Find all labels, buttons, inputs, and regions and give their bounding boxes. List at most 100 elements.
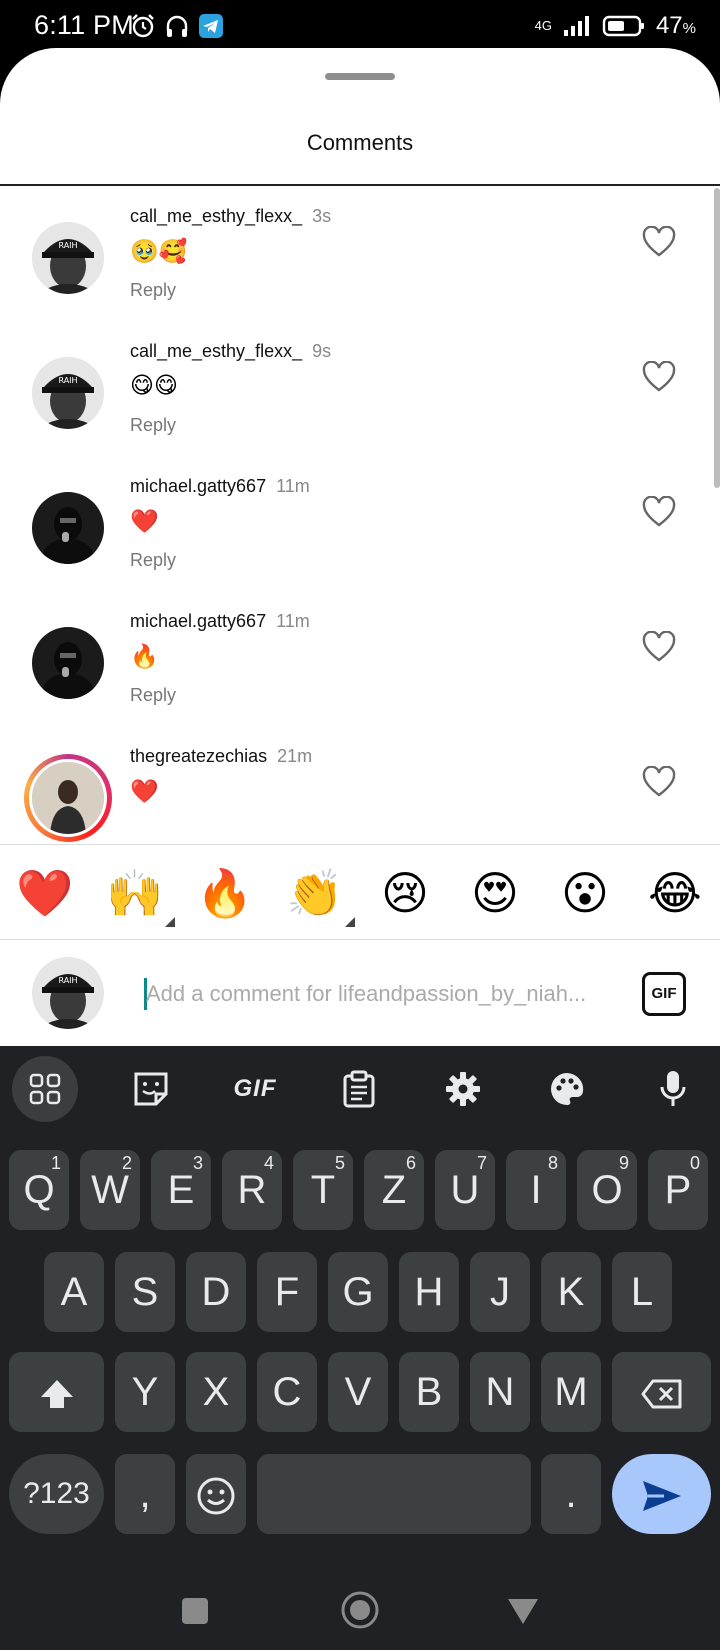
reaction-laughing[interactable]: 😂 [645, 865, 705, 921]
svg-text:RAIH: RAIH [58, 241, 77, 250]
space-key[interactable] [257, 1454, 531, 1534]
reaction-crying[interactable]: 😢 [375, 865, 435, 921]
comment-text: 😋😋 [130, 373, 178, 399]
symbols-key[interactable]: ?123 [9, 1454, 104, 1534]
keyboard: GIF Q1 W2 E3 R4 T5 Z6 U7 I8 O9 P0 A S D … [0, 1046, 720, 1570]
scrollbar[interactable] [714, 188, 720, 488]
gif-button[interactable]: GIF [642, 972, 686, 1016]
reaction-raised-hands[interactable]: 🙌 [105, 865, 175, 927]
key-m[interactable]: M [541, 1352, 601, 1432]
my-avatar: RAIH [32, 957, 104, 1029]
key-v[interactable]: V [328, 1352, 388, 1432]
reaction-fire[interactable]: 🔥 [195, 865, 255, 921]
comment-item: michael.gatty667 11m ❤️ Reply [0, 456, 720, 598]
reply-button[interactable]: Reply [130, 685, 176, 706]
palette-icon[interactable] [534, 1056, 600, 1122]
comment-username[interactable]: michael.gatty667 [130, 476, 266, 496]
avatar-story-ring[interactable] [24, 754, 112, 842]
comment-time: 9s [312, 341, 332, 361]
home-icon[interactable] [340, 1590, 380, 1630]
reaction-heart[interactable]: ❤️ [15, 865, 75, 921]
clipboard-icon[interactable] [326, 1056, 392, 1122]
microphone-icon[interactable] [640, 1056, 706, 1122]
shift-key[interactable] [9, 1352, 104, 1432]
key-f[interactable]: F [257, 1252, 317, 1332]
key-u[interactable]: U7 [435, 1150, 495, 1230]
telegram-icon [199, 14, 223, 38]
key-o[interactable]: O9 [577, 1150, 637, 1230]
reaction-clap[interactable]: 👏 [285, 865, 355, 927]
key-y[interactable]: Y [115, 1352, 175, 1432]
key-g[interactable]: G [328, 1252, 388, 1332]
key-h[interactable]: H [399, 1252, 459, 1332]
key-a[interactable]: A [44, 1252, 104, 1332]
status-time: 6:11 PM [34, 10, 134, 40]
comment-username[interactable]: michael.gatty667 [130, 611, 266, 631]
key-l[interactable]: L [612, 1252, 672, 1332]
key-b[interactable]: B [399, 1352, 459, 1432]
drag-handle[interactable] [325, 73, 395, 80]
key-c[interactable]: C [257, 1352, 317, 1432]
heart-icon[interactable] [642, 766, 676, 798]
battery-level: 47 [655, 12, 683, 39]
key-q[interactable]: Q1 [9, 1150, 69, 1230]
heart-icon[interactable] [642, 496, 676, 528]
comment-text: 🔥 [130, 644, 159, 670]
comma-key[interactable]: , [115, 1454, 175, 1534]
alarm-icon [132, 14, 154, 38]
key-r[interactable]: R4 [222, 1150, 282, 1230]
gif-icon[interactable]: GIF [222, 1056, 288, 1122]
comment-username[interactable]: call_me_esthy_flexx_ [130, 206, 302, 226]
key-x[interactable]: X [186, 1352, 246, 1432]
avatar[interactable] [32, 492, 104, 564]
key-j[interactable]: J [470, 1252, 530, 1332]
reply-button[interactable]: Reply [130, 415, 176, 436]
reply-button[interactable]: Reply [130, 280, 176, 301]
network-type: 4G [534, 18, 552, 33]
key-s[interactable]: S [115, 1252, 175, 1332]
emoji-key[interactable] [186, 1454, 246, 1534]
reaction-heart-eyes[interactable]: 😍 [465, 865, 525, 921]
backspace-key[interactable] [612, 1352, 711, 1432]
apps-grid-icon[interactable] [12, 1056, 78, 1122]
shift-icon [40, 1380, 73, 1409]
svg-text:RAIH: RAIH [58, 976, 77, 985]
avatar[interactable]: RAIH [32, 222, 104, 294]
comment-input[interactable] [146, 978, 616, 1010]
avatar[interactable] [32, 627, 104, 699]
key-p[interactable]: P0 [648, 1150, 708, 1230]
send-key[interactable] [612, 1454, 711, 1534]
sheet-title: Comments [306, 130, 414, 155]
comment-composer: RAIH GIF [0, 940, 720, 1046]
battery-icon [602, 15, 644, 37]
key-t[interactable]: T5 [293, 1150, 353, 1230]
reply-button[interactable]: Reply [130, 550, 176, 571]
keyboard-toolbar: GIF [0, 1046, 720, 1132]
key-w[interactable]: W2 [80, 1150, 140, 1230]
key-d[interactable]: D [186, 1252, 246, 1332]
heart-icon[interactable] [642, 631, 676, 663]
comment-time: 21m [277, 746, 313, 766]
key-z[interactable]: Z6 [364, 1150, 424, 1230]
heart-icon[interactable] [642, 226, 676, 258]
comment-username[interactable]: thegreatezechias [130, 746, 267, 766]
emoji-icon [197, 1477, 235, 1515]
avatar[interactable]: RAIH [32, 357, 104, 429]
period-key[interactable]: . [541, 1454, 601, 1534]
quick-reaction-bar: ❤️ 🙌 🔥 👏 😢 😍 😮 😂 [0, 844, 720, 940]
settings-gear-icon[interactable] [430, 1056, 496, 1122]
comment-list[interactable]: RAIH call_me_esthy_flexx_ 3s 🥹🥰 Reply RAI… [0, 186, 720, 892]
key-k[interactable]: K [541, 1252, 601, 1332]
comment-text: ❤️ [130, 509, 159, 535]
recents-icon[interactable] [180, 1596, 210, 1626]
key-i[interactable]: I8 [506, 1150, 566, 1230]
reaction-surprised[interactable]: 😮 [555, 865, 615, 921]
comment-username[interactable]: call_me_esthy_flexx_ [130, 341, 302, 361]
sticker-icon[interactable] [118, 1056, 184, 1122]
key-e[interactable]: E3 [151, 1150, 211, 1230]
key-n[interactable]: N [470, 1352, 530, 1432]
heart-icon[interactable] [642, 361, 676, 393]
headphones-icon [166, 15, 188, 37]
battery-unit: % [682, 20, 696, 37]
back-icon[interactable] [506, 1596, 540, 1626]
